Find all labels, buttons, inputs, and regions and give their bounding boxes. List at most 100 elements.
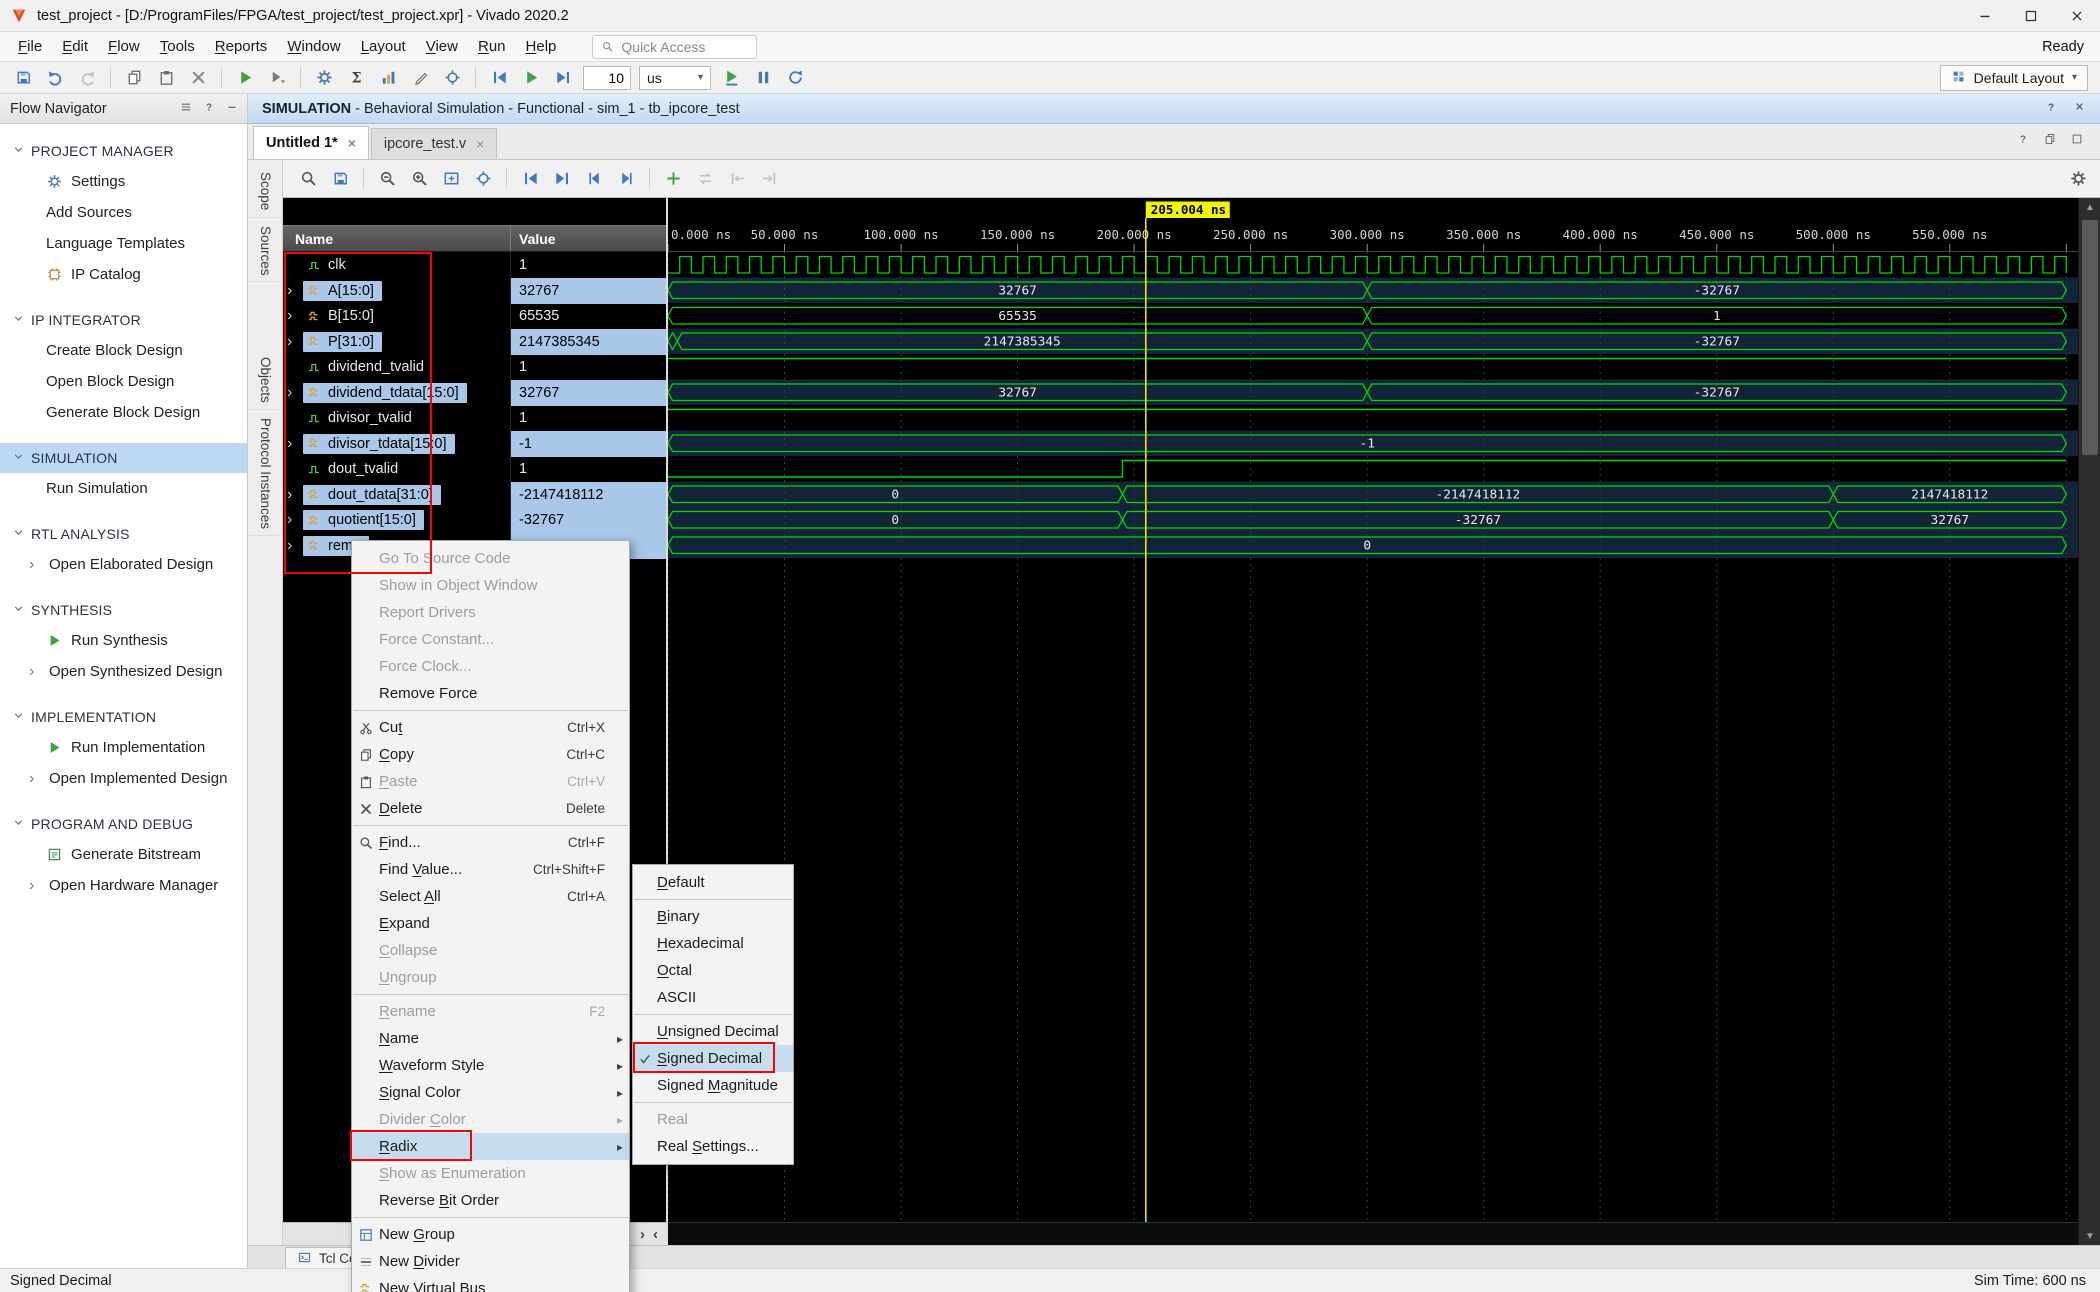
menu-icon[interactable]	[179, 100, 193, 118]
chevron-right-icon[interactable]: ›	[29, 557, 41, 573]
menu-flow[interactable]: Flow	[98, 32, 150, 62]
signal-row-b-15-0[interactable]: ›B[15:0]65535	[283, 303, 668, 329]
sidebar-item-run-implementation[interactable]: Run Implementation	[0, 732, 247, 763]
tab-objects[interactable]: Objects	[248, 350, 283, 410]
float-window-icon[interactable]	[2043, 132, 2057, 150]
quick-access-search[interactable]: Quick Access	[592, 35, 757, 59]
chevron-right-icon[interactable]: ›	[29, 878, 41, 894]
radix-option-octal[interactable]: Octal	[633, 957, 793, 984]
sidebar-item-open-synthesized-design[interactable]: ›Open Synthesized Design	[0, 656, 247, 687]
radix-option-unsigned-decimal[interactable]: Unsigned Decimal	[633, 1018, 793, 1045]
maximize-panel-icon[interactable]	[2070, 132, 2084, 150]
zoom-in-button[interactable]	[404, 165, 434, 193]
undo-button[interactable]	[40, 64, 70, 92]
run-button[interactable]	[230, 64, 260, 92]
menu-help[interactable]: Help	[516, 32, 567, 62]
sidebar-item-ip-catalog[interactable]: IP Catalog	[0, 259, 247, 290]
menu-item-find[interactable]: Find...Ctrl+F	[352, 829, 629, 856]
menu-tools[interactable]: Tools	[150, 32, 205, 62]
menu-run[interactable]: Run	[468, 32, 516, 62]
go-to-time-0-button[interactable]	[515, 165, 545, 193]
sidebar-section-simulation[interactable]: SIMULATION	[0, 443, 247, 473]
sidebar-section-implementation[interactable]: IMPLEMENTATION	[0, 702, 247, 732]
expand-icon[interactable]: ›	[287, 334, 301, 350]
radix-option-ascii[interactable]: ASCII	[633, 984, 793, 1011]
expand-panel-icon[interactable]: ›	[640, 1226, 645, 1243]
sidebar-item-add-sources[interactable]: Add Sources	[0, 197, 247, 228]
edit-button[interactable]	[405, 64, 435, 92]
waveform-canvas[interactable]: 0.000 ns50.000 ns100.000 ns150.000 ns200…	[668, 198, 2078, 1222]
signal-row-dividend-tdata-15-0[interactable]: ›dividend_tdata[15:0]32767	[283, 380, 668, 406]
zoom-out-button[interactable]	[372, 165, 402, 193]
tab-untitled-1[interactable]: Untitled 1* ×	[253, 126, 369, 159]
menu-item-waveform-style[interactable]: Waveform Style▸	[352, 1052, 629, 1079]
menu-item-select-all[interactable]: Select AllCtrl+A	[352, 883, 629, 910]
menu-item-radix[interactable]: Radix▸	[352, 1133, 629, 1160]
sidebar-item-settings[interactable]: Settings	[0, 166, 247, 197]
signal-name[interactable]: clk	[283, 252, 510, 278]
zoom-to-cursor-button[interactable]	[468, 165, 498, 193]
menu-item-new-divider[interactable]: New Divider	[352, 1248, 629, 1275]
menu-reports[interactable]: Reports	[205, 32, 278, 62]
pause-button[interactable]	[748, 64, 778, 92]
signal-name[interactable]: ›divisor_tdata[15:0]	[283, 431, 510, 457]
signal-row-dout-tvalid[interactable]: dout_tvalid1	[283, 456, 668, 482]
sidebar-section-ip-integrator[interactable]: IP INTEGRATOR	[0, 305, 247, 335]
expand-icon[interactable]: ›	[287, 385, 301, 401]
menu-item-expand[interactable]: Expand	[352, 910, 629, 937]
signal-row-dividend-tvalid[interactable]: dividend_tvalid1	[283, 354, 668, 380]
radix-option-signed-magnitude[interactable]: Signed Magnitude	[633, 1072, 793, 1099]
time-unit-select[interactable]: us▾	[639, 66, 711, 90]
menu-item-cut[interactable]: CutCtrl+X	[352, 714, 629, 741]
signal-row-clk[interactable]: clk1	[283, 252, 668, 278]
debug-button[interactable]	[437, 64, 467, 92]
sidebar-item-open-hardware-manager[interactable]: ›Open Hardware Manager	[0, 870, 247, 901]
value-column-header[interactable]: Value	[510, 226, 668, 251]
signal-row-divisor-tvalid[interactable]: divisor_tvalid1	[283, 405, 668, 431]
radix-option-default[interactable]: Default	[633, 869, 793, 896]
scroll-up-icon[interactable]: ▲	[2079, 198, 2100, 216]
signal-row-divisor-tdata-15-0[interactable]: ›divisor_tdata[15:0]-1	[283, 431, 668, 457]
signal-name[interactable]: ›quotient[15:0]	[283, 507, 510, 533]
close-tab-icon[interactable]: ×	[476, 137, 484, 151]
menu-file[interactable]: File	[8, 32, 52, 62]
sidebar-item-open-elaborated-design[interactable]: ›Open Elaborated Design	[0, 549, 247, 580]
signal-row-dout-tdata-31-0[interactable]: ›dout_tdata[31:0]-2147418112	[283, 482, 668, 508]
signal-name[interactable]: dividend_tvalid	[283, 354, 510, 380]
sidebar-section-project-manager[interactable]: PROJECT MANAGER	[0, 136, 247, 166]
collapse-panel-icon[interactable]: ‹	[653, 1226, 658, 1243]
sidebar-item-run-synthesis[interactable]: Run Synthesis	[0, 625, 247, 656]
zoom-fit-button[interactable]	[436, 165, 466, 193]
waveform-settings-button[interactable]	[2069, 169, 2088, 192]
radix-option-hexadecimal[interactable]: Hexadecimal	[633, 930, 793, 957]
redo-button[interactable]	[72, 64, 102, 92]
sidebar-item-language-templates[interactable]: Language Templates	[0, 228, 247, 259]
chevron-right-icon[interactable]: ›	[29, 771, 41, 787]
relaunch-button[interactable]	[780, 64, 810, 92]
signal-name[interactable]: ›dout_tdata[31:0]	[283, 482, 510, 508]
minimize-button[interactable]	[1962, 0, 2008, 32]
next-transition-button[interactable]	[611, 165, 641, 193]
run-options-button[interactable]	[262, 64, 292, 92]
tab-scope[interactable]: Scope	[248, 166, 283, 218]
menu-item-remove-force[interactable]: Remove Force	[352, 680, 629, 707]
horizontal-scrollbar[interactable]	[668, 1222, 2078, 1245]
radix-option-real-settings[interactable]: Real Settings...	[633, 1133, 793, 1160]
expand-icon[interactable]: ›	[287, 308, 301, 324]
sum-button[interactable]: Σ	[341, 64, 371, 92]
menu-item-reverse-bit-order[interactable]: Reverse Bit Order	[352, 1187, 629, 1214]
help-icon[interactable]: ?	[2044, 100, 2058, 118]
expand-icon[interactable]: ›	[287, 283, 301, 299]
tab-ipcore-test-v[interactable]: ipcore_test.v ×	[371, 128, 497, 159]
signal-name[interactable]: ›A[15:0]	[283, 278, 510, 304]
help-icon[interactable]: ?	[2016, 132, 2030, 150]
chevron-right-icon[interactable]: ›	[29, 664, 41, 680]
report-button[interactable]	[373, 64, 403, 92]
close-tab-icon[interactable]: ×	[348, 136, 356, 150]
radix-option-signed-decimal[interactable]: Signed Decimal	[633, 1045, 793, 1072]
settings-button[interactable]	[309, 64, 339, 92]
signal-name[interactable]: divisor_tvalid	[283, 405, 510, 431]
menu-item-find-value[interactable]: Find Value...Ctrl+Shift+F	[352, 856, 629, 883]
menu-window[interactable]: Window	[277, 32, 350, 62]
snap-left-button[interactable]	[722, 165, 752, 193]
